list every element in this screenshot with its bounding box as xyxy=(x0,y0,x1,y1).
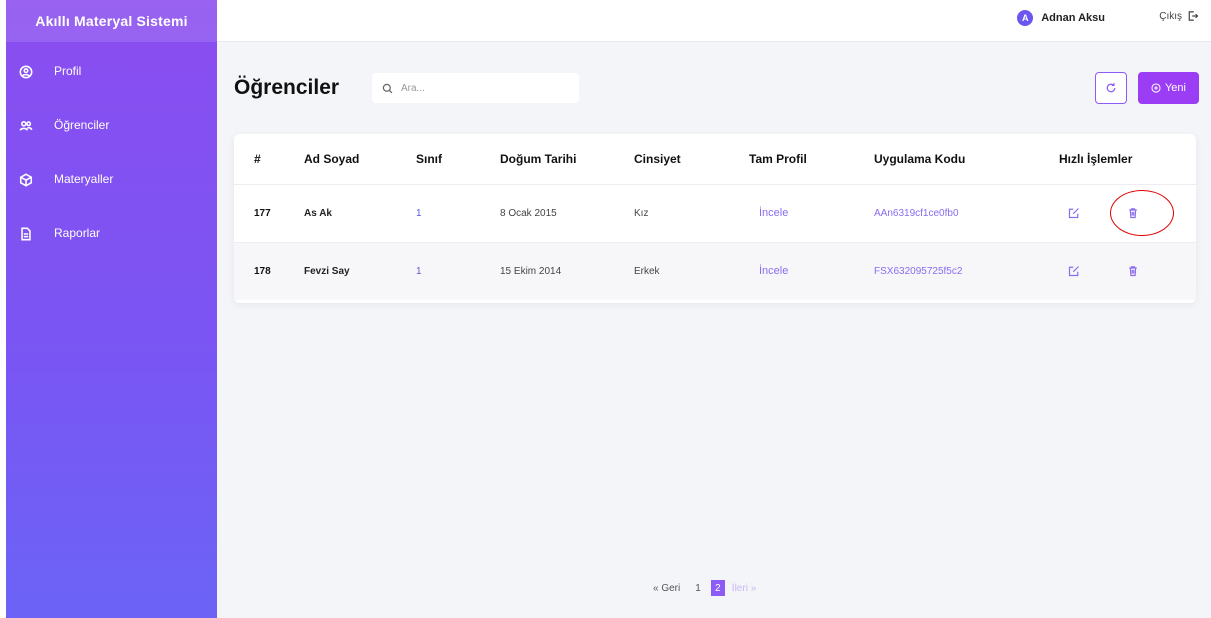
pagination-next[interactable]: İleri » xyxy=(732,583,756,594)
header-app-code: Uygulama Kodu xyxy=(874,151,966,166)
app-brand: Akıllı Materyal Sistemi xyxy=(6,0,217,42)
users-icon xyxy=(18,118,34,134)
cell-gender: Kız xyxy=(634,183,749,242)
header-full-profile: Tam Profil xyxy=(749,151,807,166)
document-icon xyxy=(18,226,34,242)
logout-label: Çıkış xyxy=(1159,10,1182,22)
cell-class: 1 xyxy=(416,183,500,242)
cell-gender: Erkek xyxy=(634,241,749,300)
inspect-link[interactable]: İncele xyxy=(749,265,788,277)
students-table-card: # Ad Soyad Sınıf Doğum Tarihi Cinsiyet T… xyxy=(234,134,1196,303)
edit-button[interactable] xyxy=(1065,262,1083,280)
refresh-button[interactable] xyxy=(1095,72,1127,104)
annotation-circle xyxy=(1110,190,1174,236)
search-box[interactable] xyxy=(372,73,579,103)
sidebar: Akıllı Materyal Sistemi Profil Öğrencile… xyxy=(6,0,217,618)
sidebar-item-label: Raporlar xyxy=(54,226,101,240)
new-button-label: Yeni xyxy=(1164,82,1186,94)
pagination: « Geri 1 2 İleri » xyxy=(650,580,759,596)
logout-icon xyxy=(1188,11,1199,21)
header-class: Sınıf xyxy=(416,151,442,166)
cell-birthdate: 8 Ocak 2015 xyxy=(500,183,634,242)
header-quick-actions: Hızlı İşlemler xyxy=(1059,151,1133,166)
refresh-icon xyxy=(1106,83,1116,93)
pagination-page-1[interactable]: 1 xyxy=(691,583,705,594)
pagination-prev[interactable]: « Geri xyxy=(653,583,680,594)
table-header-row: # Ad Soyad Sınıf Doğum Tarihi Cinsiyet T… xyxy=(234,134,1196,184)
user-name: Adnan Aksu xyxy=(1041,12,1105,24)
user-circle-icon xyxy=(18,64,34,80)
page-title: Öğrenciler xyxy=(234,76,340,99)
inspect-link[interactable]: İncele xyxy=(749,207,788,219)
header-gender: Cinsiyet xyxy=(634,151,681,166)
topbar: A Adnan Aksu Çıkış xyxy=(217,0,1211,42)
cell-app-code: FSX632095725f5c2 xyxy=(874,241,1059,300)
pagination-page-2[interactable]: 2 xyxy=(710,580,725,596)
app-root: Akıllı Materyal Sistemi Profil Öğrencile… xyxy=(6,0,1211,618)
cell-id: 178 xyxy=(234,241,304,300)
user-menu[interactable]: A Adnan Aksu xyxy=(1017,10,1105,26)
edit-icon xyxy=(1068,208,1079,219)
sidebar-item-label: Profil xyxy=(54,64,82,78)
cell-class: 1 xyxy=(416,241,500,300)
sidebar-nav: Profil Öğrenciler Materyaller Raporlar xyxy=(6,54,217,270)
search-icon xyxy=(382,83,393,93)
sidebar-item-label: Öğrenciler xyxy=(54,118,110,132)
cell-profile: İncele xyxy=(749,241,874,300)
header-name: Ad Soyad xyxy=(304,151,360,166)
main-content: Öğrenciler Yeni # Ad Soyad Sınıf Doğum T… xyxy=(217,42,1211,618)
students-table: # Ad Soyad Sınıf Doğum Tarihi Cinsiyet T… xyxy=(234,134,1196,300)
logout-button[interactable]: Çıkış xyxy=(1159,10,1199,22)
sidebar-item-profil[interactable]: Profil xyxy=(6,54,217,108)
header-number: # xyxy=(254,151,261,166)
edit-button[interactable] xyxy=(1065,204,1083,222)
delete-button[interactable] xyxy=(1124,262,1142,280)
app-code: FSX632095725f5c2 xyxy=(874,265,963,277)
cell-app-code: AAn6319cf1ce0fb0 xyxy=(874,183,1059,242)
sidebar-item-ogrenciler[interactable]: Öğrenciler xyxy=(6,108,217,162)
table-row: 178 Fevzi Say 1 15 Ekim 2014 Erkek İncel… xyxy=(234,241,1196,300)
cell-name: As Ak xyxy=(304,183,416,242)
trash-icon xyxy=(1129,266,1137,277)
table-row: 177 As Ak 1 8 Ocak 2015 Kız İncele AAn63… xyxy=(234,183,1196,242)
search-input[interactable] xyxy=(401,82,561,94)
avatar: A xyxy=(1017,10,1034,26)
edit-icon xyxy=(1068,266,1079,277)
cell-birthdate: 15 Ekim 2014 xyxy=(500,241,634,300)
plus-circle-icon xyxy=(1151,83,1161,93)
cell-actions xyxy=(1059,241,1196,300)
cell-name: Fevzi Say xyxy=(304,241,416,300)
header-birthdate: Doğum Tarihi xyxy=(500,151,577,166)
app-code: AAn6319cf1ce0fb0 xyxy=(874,207,959,219)
new-button[interactable]: Yeni xyxy=(1138,72,1199,104)
sidebar-item-raporlar[interactable]: Raporlar xyxy=(6,216,217,270)
box-icon xyxy=(18,172,34,188)
sidebar-item-label: Materyaller xyxy=(54,172,114,186)
cell-profile: İncele xyxy=(749,183,874,242)
cell-id: 177 xyxy=(234,183,304,242)
sidebar-item-materyaller[interactable]: Materyaller xyxy=(6,162,217,216)
